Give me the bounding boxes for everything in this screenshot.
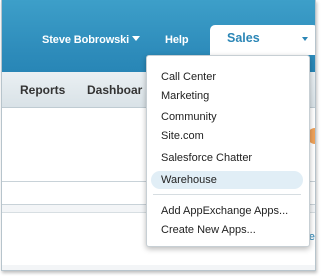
menu-item-site-com[interactable]: Site.com: [161, 130, 204, 142]
app-dropdown-menu: Call Center Marketing Community Site.com…: [146, 55, 310, 247]
help-link[interactable]: Help: [165, 34, 189, 47]
user-menu-button[interactable]: Steve Bobrowski: [42, 34, 129, 47]
app-menu-button[interactable]: Sales: [210, 25, 315, 55]
menu-item-salesforce-chatter[interactable]: Salesforce Chatter: [161, 152, 252, 164]
menu-item-marketing[interactable]: Marketing: [161, 90, 209, 102]
tab-dashboards[interactable]: Dashboar: [87, 83, 142, 97]
chevron-down-icon[interactable]: [302, 37, 308, 41]
menu-item-create-new-apps[interactable]: Create New Apps...: [161, 224, 256, 236]
menu-item-community[interactable]: Community: [161, 111, 217, 123]
menu-item-warehouse[interactable]: Warehouse: [161, 174, 217, 186]
menu-item-call-center[interactable]: Call Center: [161, 71, 216, 83]
chevron-down-icon[interactable]: [132, 36, 140, 41]
menu-item-add-appexchange-apps[interactable]: Add AppExchange Apps...: [161, 205, 288, 217]
app-menu-label: Sales: [227, 31, 260, 45]
menu-divider: [153, 194, 301, 195]
tab-reports[interactable]: Reports: [20, 83, 65, 97]
